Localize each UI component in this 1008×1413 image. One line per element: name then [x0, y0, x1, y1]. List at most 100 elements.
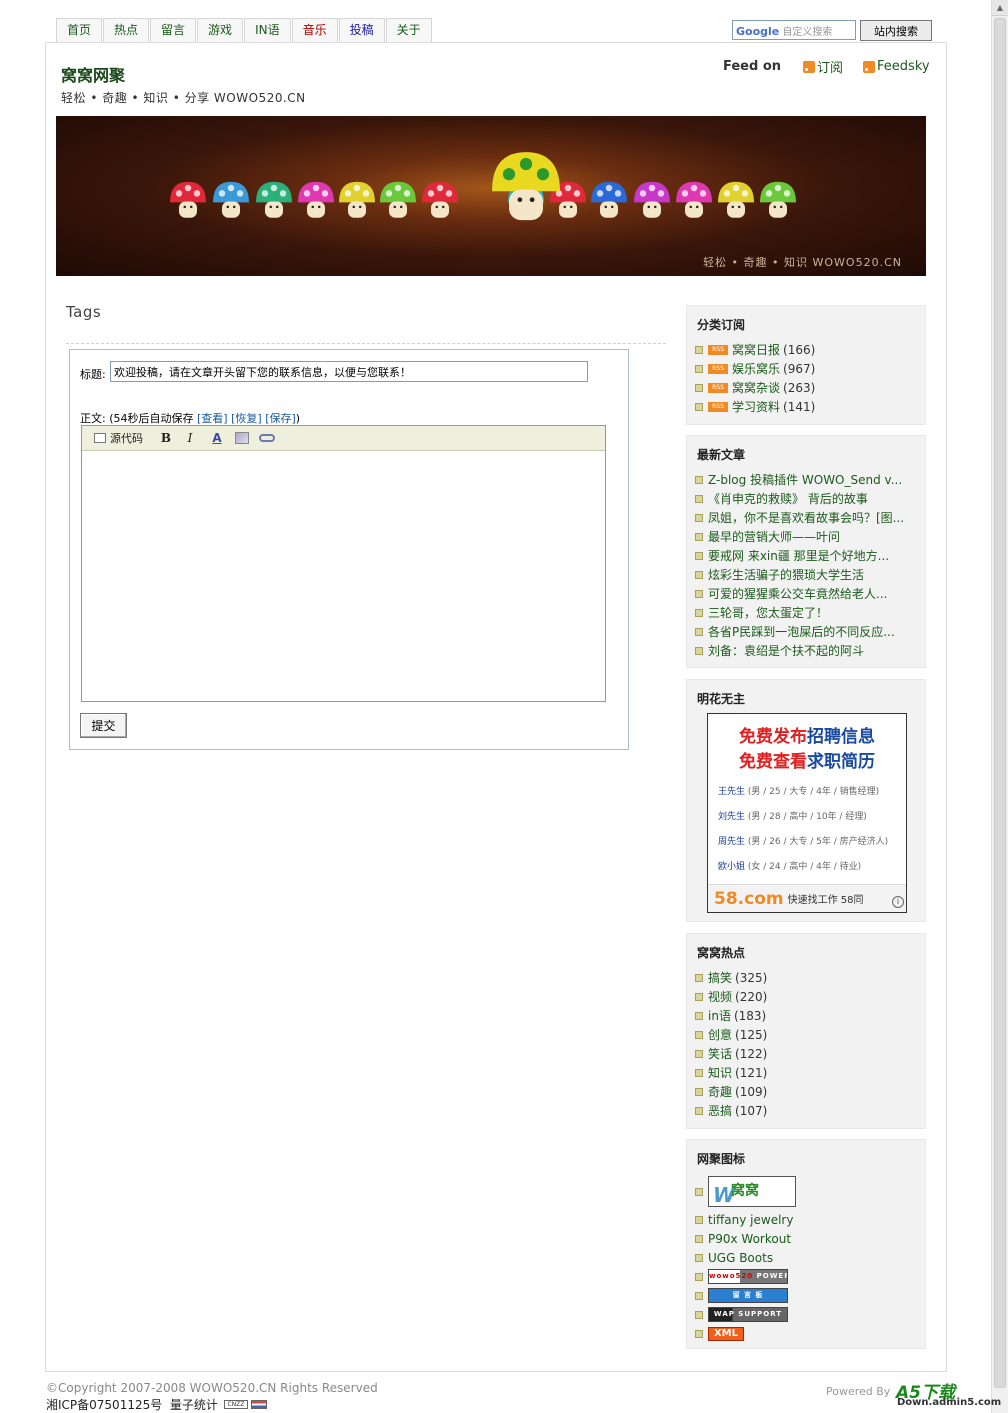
tag-link[interactable]: 奇趣 (109): [695, 1082, 920, 1101]
xml-badge[interactable]: XML: [708, 1326, 744, 1341]
mushroom-spot: [312, 184, 320, 192]
nav-item-home[interactable]: 首页: [56, 18, 103, 42]
scroll-up-icon[interactable]: ▲: [992, 0, 1008, 16]
mushroom-spot: [445, 190, 453, 197]
mushroom-spot: [536, 168, 550, 181]
mushroom-spot: [783, 190, 791, 197]
rss-badge-icon[interactable]: RSS: [708, 363, 728, 374]
link-item[interactable]: XML: [695, 1324, 920, 1343]
link-item[interactable]: UGG Boots: [695, 1248, 920, 1267]
sidebar-hot-tags: 窝窝热点 搞笑 (325) 视频 (220) in语 (183) 创意 (125) 笑话…: [686, 933, 926, 1129]
post-link[interactable]: Z-blog 投稿插件 WOWO_Send v...: [695, 470, 920, 489]
nav-item-in-words[interactable]: IN语: [244, 18, 291, 42]
category-label: 学习资料: [732, 400, 781, 414]
tag-link[interactable]: 创意 (125): [695, 1025, 920, 1044]
category-item[interactable]: RSS 娱乐窝乐 (967): [695, 359, 920, 378]
ad-resume-row[interactable]: 欧小姐 (女 / 24 / 高中 / 4年 / 待业): [718, 859, 861, 872]
tag-link[interactable]: 恶搞 (107): [695, 1101, 920, 1120]
nav-item-submit[interactable]: 投稿: [338, 18, 385, 42]
search-input[interactable]: Google 自定义搜索: [732, 20, 856, 40]
cnzz-badge[interactable]: CNZZ: [223, 1400, 248, 1409]
link-item[interactable]: W 窝窝: [695, 1173, 920, 1210]
site-title[interactable]: 窝窝网聚: [61, 62, 125, 86]
rss-badge-icon[interactable]: RSS: [708, 401, 728, 412]
category-item[interactable]: RSS 窝窝杂谈 (263): [695, 378, 920, 397]
view-draft-link[interactable]: [查看]: [197, 412, 228, 425]
italic-button[interactable]: I: [181, 429, 199, 447]
post-link[interactable]: 可爱的猩猩乘公交车竟然给老人...: [695, 584, 920, 603]
ad-resume-row[interactable]: 王先生 (男 / 25 / 大专 / 4年 / 销售经理): [718, 784, 879, 797]
tag-link[interactable]: 知识 (121): [695, 1063, 920, 1082]
source-code-button[interactable]: 源代码: [94, 430, 143, 446]
mushroom-spot: [303, 190, 311, 197]
nav-item-hot[interactable]: 热点: [103, 18, 150, 42]
submit-button[interactable]: 提交: [80, 713, 127, 738]
bullet-icon: [695, 1272, 703, 1281]
wowo-logo-badge[interactable]: W 窝窝: [708, 1176, 796, 1207]
font-color-button[interactable]: A: [205, 429, 229, 447]
ad-banner-58[interactable]: 免费发布招聘信息 免费查看求职简历 王先生 (男 / 25 / 大专 / 4年 …: [707, 713, 907, 913]
bold-button[interactable]: B: [157, 429, 175, 447]
mushroom-eye: [311, 205, 315, 209]
wap-badge[interactable]: WAP SUPPORT: [708, 1307, 788, 1322]
bullet-icon: [695, 1291, 703, 1300]
post-link[interactable]: 《肖申克的救赎》 背后的故事: [695, 489, 920, 508]
mushroom-spot: [270, 184, 278, 192]
post-link[interactable]: 最早的营销大师——叶问: [695, 527, 920, 546]
category-count: (263): [783, 380, 816, 395]
category-item[interactable]: RSS 学习资料 (141): [695, 397, 920, 416]
feed-subscribe-link[interactable]: 订阅: [803, 57, 843, 76]
title-input[interactable]: [110, 361, 588, 382]
post-link[interactable]: 要戒网 来xin疆 那里是个好地方...: [695, 546, 920, 565]
rich-text-editor[interactable]: 源代码 B I A: [81, 425, 606, 702]
post-link[interactable]: 三轮哥，您太蛋定了！: [695, 603, 920, 622]
text-link: tiffany jewelry: [708, 1212, 794, 1227]
guestbook-badge[interactable]: 留 言 板: [708, 1288, 788, 1303]
rss-badge-icon[interactable]: RSS: [708, 344, 728, 355]
post-link[interactable]: 刘备：袁绍是个扶不起的阿斗: [695, 641, 920, 660]
post-link[interactable]: 各省P民踩到一泡屎后的不同反应...: [695, 622, 920, 641]
tag-count: (125): [735, 1027, 768, 1042]
link-item[interactable]: 留 言 板: [695, 1286, 920, 1305]
rss-badge-icon[interactable]: RSS: [708, 382, 728, 393]
tag-link[interactable]: 视频 (220): [695, 987, 920, 1006]
icp-link[interactable]: 湘ICP备07501125号: [46, 1396, 162, 1413]
nav-item-games[interactable]: 游戏: [197, 18, 244, 42]
tag-link[interactable]: 笑话 (122): [695, 1044, 920, 1063]
link-item[interactable]: tiffany jewelry: [695, 1210, 920, 1229]
ad-resume-row[interactable]: 刘先生 (男 / 28 / 高中 / 10年 / 经理): [718, 809, 867, 822]
nav-item-music[interactable]: 音乐: [291, 18, 338, 42]
nav-item-about[interactable]: 关于: [385, 18, 432, 42]
ad-resume-row[interactable]: 周先生 (男 / 26 / 大专 / 5年 / 房产经济人): [718, 834, 888, 847]
link-item[interactable]: WAP SUPPORT: [695, 1305, 920, 1324]
save-draft-link[interactable]: [保存]: [265, 412, 296, 425]
category-count: (967): [783, 361, 816, 376]
mushroom-spot: [765, 190, 773, 197]
feed-feedsky-link[interactable]: Feedsky: [863, 59, 930, 74]
latest-list: Z-blog 投稿插件 WOWO_Send v... 《肖申克的救赎》 背后的故…: [695, 470, 920, 660]
insert-image-icon[interactable]: [235, 432, 249, 444]
link-item[interactable]: wowo520 POWERED: [695, 1267, 920, 1286]
scroll-thumb[interactable]: [994, 18, 1006, 1388]
tag-link[interactable]: in语 (183): [695, 1006, 920, 1025]
nav-item-guestbook[interactable]: 留言: [150, 18, 197, 42]
insert-link-icon[interactable]: [259, 434, 275, 442]
mushroom-eye: [569, 205, 573, 209]
tag-link[interactable]: 搞笑 (325): [695, 968, 920, 987]
link-item[interactable]: P90x Workout: [695, 1229, 920, 1248]
restore-draft-link[interactable]: [恢复]: [231, 412, 262, 425]
powered-badge[interactable]: wowo520 POWERED: [708, 1269, 788, 1284]
search-button[interactable]: 站内搜索: [860, 20, 932, 41]
vertical-scrollbar[interactable]: ▲: [991, 0, 1008, 1413]
mushroom-eye: [393, 205, 397, 209]
bullet-icon: [695, 992, 703, 1001]
post-link[interactable]: 凤姐，你不是喜欢看故事会吗？[图...: [695, 508, 920, 527]
mushroom-spot: [218, 190, 226, 197]
ad-resume-info: (男 / 28 / 高中 / 10年 / 经理): [747, 812, 867, 822]
info-icon[interactable]: i: [892, 896, 904, 908]
site-tagline: 轻松 • 奇趣 • 知识 • 分享 WOWO520.CN: [61, 91, 306, 105]
post-link[interactable]: 炫彩生活骗子的猥琐大学生活: [695, 565, 920, 584]
category-item[interactable]: RSS 窝窝日报 (166): [695, 340, 920, 359]
mushroom-eye: [610, 205, 614, 209]
stats-link[interactable]: 量子统计: [170, 1396, 218, 1413]
